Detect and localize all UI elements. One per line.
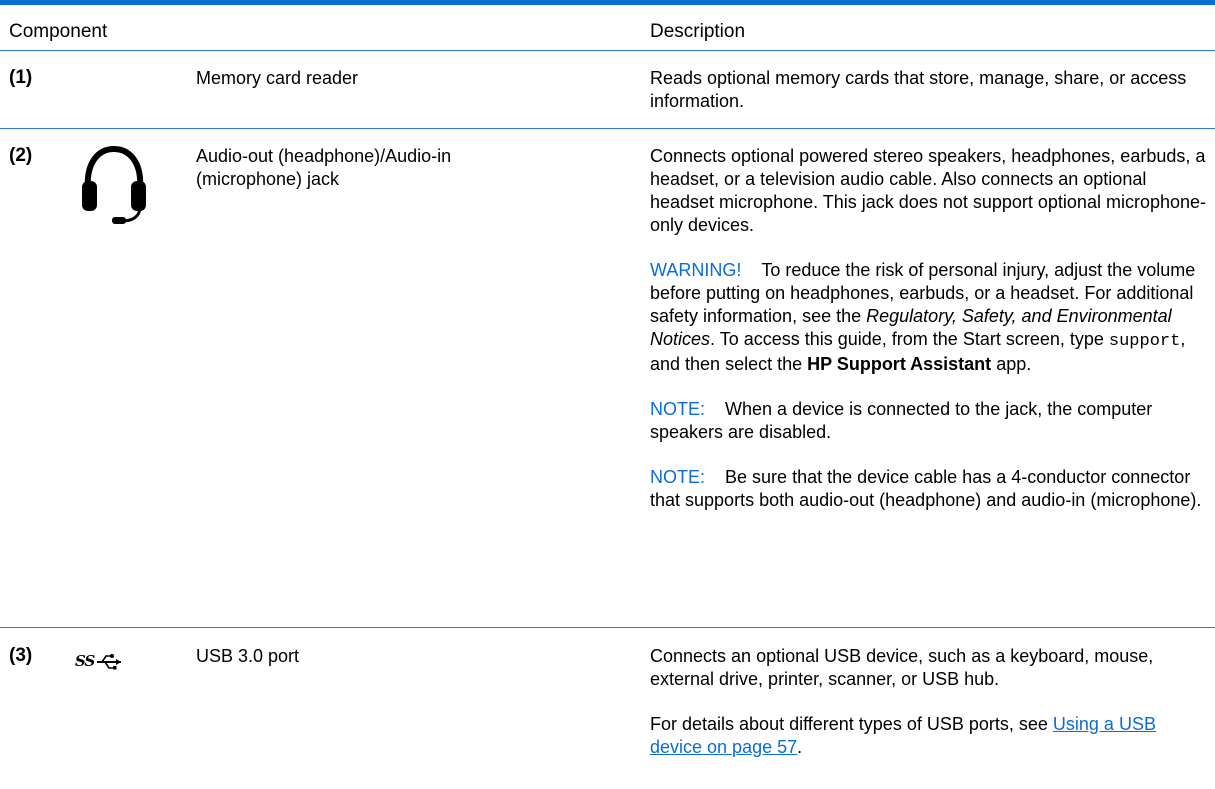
description-text: Connects an optional USB device, such as… bbox=[650, 646, 1154, 689]
note-paragraph: NOTE: Be sure that the device cable has … bbox=[650, 466, 1210, 512]
header-component: Component bbox=[9, 21, 108, 42]
description-text: Reads optional memory cards that store, … bbox=[650, 68, 1187, 111]
note-text: When a device is connected to the jack, … bbox=[650, 399, 1153, 442]
component-name: USB 3.0 port bbox=[196, 646, 300, 666]
note-label: NOTE: bbox=[650, 467, 706, 487]
app-name: HP Support Assistant bbox=[807, 354, 992, 374]
details-paragraph: For details about different types of USB… bbox=[650, 713, 1210, 759]
warning-text: . To access this guide, from the Start s… bbox=[710, 329, 1104, 349]
usb-ss-text: SS bbox=[75, 652, 95, 670]
details-suffix: . bbox=[797, 737, 803, 757]
warning-label: WARNING! bbox=[650, 260, 742, 280]
details-text: For details about different types of USB… bbox=[650, 714, 1048, 734]
note-paragraph: NOTE: When a device is connected to the … bbox=[650, 398, 1210, 444]
component-description: Connects optional powered stereo speaker… bbox=[650, 145, 1210, 534]
warning-paragraph: WARNING! To reduce the risk of personal … bbox=[650, 259, 1210, 376]
headphone-icon bbox=[82, 145, 146, 224]
command-text: support bbox=[1108, 332, 1181, 351]
usb-superspeed-icon: SS bbox=[75, 650, 125, 674]
row-number: (1) bbox=[9, 67, 33, 88]
table-header: Component Description bbox=[0, 5, 1215, 50]
component-name: Memory card reader bbox=[196, 68, 359, 88]
row-divider bbox=[0, 627, 1215, 628]
component-description: Reads optional memory cards that store, … bbox=[650, 67, 1210, 135]
description-text: Connects optional powered stereo speaker… bbox=[650, 146, 1206, 235]
note-text: Be sure that the device cable has a 4-co… bbox=[650, 467, 1202, 510]
row-divider bbox=[0, 128, 1215, 129]
warning-text: app. bbox=[996, 354, 1032, 374]
usb-trident-icon bbox=[97, 654, 121, 670]
header-description: Description bbox=[650, 21, 746, 42]
component-description: Connects an optional USB device, such as… bbox=[650, 645, 1210, 781]
row-number: (3) bbox=[9, 645, 33, 666]
component-name: Audio-out (headphone)/Audio-in (micropho… bbox=[196, 146, 452, 189]
header-divider bbox=[0, 50, 1215, 51]
row-number: (2) bbox=[9, 145, 33, 166]
note-label: NOTE: bbox=[650, 399, 706, 419]
